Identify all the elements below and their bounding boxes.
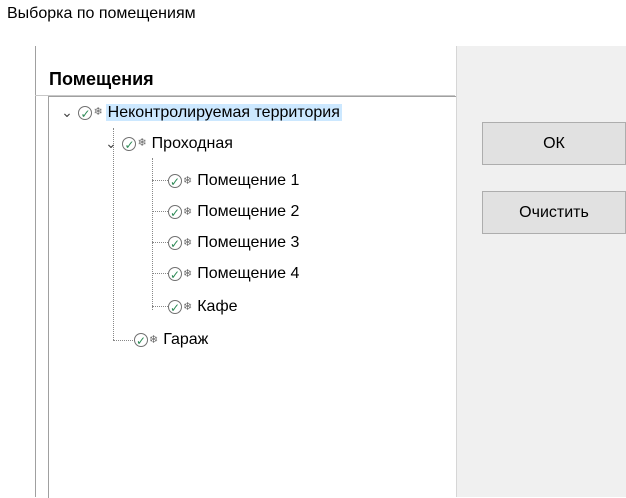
tree-node-label: Помещение 2 (197, 203, 300, 220)
snowflake-icon: ❄ (137, 137, 147, 149)
snowflake-icon: ❄ (149, 334, 159, 346)
tree-node-label: Неконтролируемая территория (105, 104, 342, 121)
tree-node-cafe[interactable]: ❄ Кафе (168, 294, 240, 321)
tree-connector (113, 340, 135, 341)
checkbox-checked-icon[interactable] (168, 200, 182, 226)
checkbox-checked-icon[interactable] (134, 328, 148, 354)
tree-node-garage[interactable]: ❄ Гараж (134, 327, 210, 354)
checkbox-checked-icon[interactable] (168, 169, 182, 195)
checkbox-checked-icon[interactable] (168, 231, 182, 257)
snowflake-icon: ❄ (183, 237, 193, 249)
tree-node-checkpoint[interactable]: ⌄ ❄ Проходная (104, 130, 235, 158)
tree-connector (152, 242, 168, 243)
chevron-down-icon[interactable]: ⌄ (104, 130, 118, 156)
tree-node-label: Кафе (197, 298, 238, 315)
snowflake-icon: ❄ (183, 175, 193, 187)
checkbox-checked-icon[interactable] (78, 101, 93, 127)
checkbox-checked-icon[interactable] (168, 295, 182, 321)
chevron-down-icon[interactable]: ⌄ (60, 99, 74, 125)
tree-connector (113, 128, 114, 340)
snowflake-icon: ❄ (183, 206, 193, 218)
tree-connector (152, 180, 168, 181)
snowflake-icon: ❄ (183, 268, 193, 280)
tree-node-label: Помещение 3 (197, 234, 300, 251)
tree-connector (152, 306, 168, 307)
tree-node-label: Помещение 1 (197, 172, 300, 189)
tree-node-uncontrolled-territory[interactable]: ⌄ ❄Неконтролируемая территория (60, 99, 342, 127)
tree-header: Помещения (35, 66, 455, 96)
snowflake-icon: ❄ (93, 106, 103, 118)
tree-node-room-2[interactable]: ❄ Помещение 2 (168, 199, 301, 226)
tree-node-label: Гараж (163, 331, 209, 348)
tree-frame (48, 96, 456, 498)
snowflake-icon: ❄ (183, 301, 193, 313)
checkbox-checked-icon[interactable] (168, 262, 182, 288)
tree-node-label: Проходная (151, 135, 233, 152)
ok-button[interactable]: ОК (482, 122, 626, 165)
clear-button[interactable]: Очистить (482, 191, 626, 234)
checkbox-checked-icon[interactable] (122, 132, 137, 158)
tree-connector (152, 211, 168, 212)
right-panel (455, 46, 626, 497)
tree-node-room-1[interactable]: ❄ Помещение 1 (168, 168, 301, 195)
tree-node-room-4[interactable]: ❄ Помещение 4 (168, 261, 301, 288)
tree-node-label: Помещение 4 (197, 265, 300, 282)
tree-connector (152, 273, 168, 274)
tree-node-room-3[interactable]: ❄ Помещение 3 (168, 230, 301, 257)
dialog-title: Выборка по помещениям (7, 5, 196, 22)
